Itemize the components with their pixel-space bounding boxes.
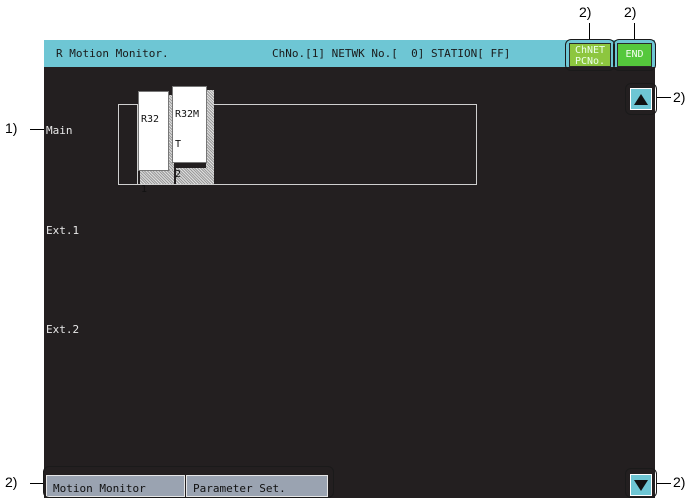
leader-chnet xyxy=(589,23,590,39)
module-2-suffix: T xyxy=(175,139,182,150)
row-label-ext2: Ext.2 xyxy=(46,323,80,336)
callout-2-tabs: 2) xyxy=(5,474,18,490)
leader-end xyxy=(634,23,635,39)
title-bar: R Motion Monitor. ChNo.[1] NETWK No.[ 0]… xyxy=(44,40,655,67)
leader-main xyxy=(30,129,44,130)
module-1-suffix xyxy=(141,145,168,156)
row-label-main: Main xyxy=(46,124,73,137)
callout-frame-scroll-up xyxy=(625,83,657,115)
window-title: R Motion Monitor. xyxy=(56,47,169,60)
module-1-name: R32 xyxy=(141,114,160,125)
module-slot-2[interactable]: R32M T 2 xyxy=(172,86,207,180)
power-slot xyxy=(118,104,138,185)
module-slot-1[interactable]: R32 1 xyxy=(138,91,169,195)
leader-scroll-up xyxy=(657,97,671,98)
module-1-number: 1 xyxy=(141,184,148,195)
callout-frame-scroll-down xyxy=(625,468,657,498)
callout-1-main: 1) xyxy=(5,120,18,136)
leader-tabs xyxy=(30,483,43,484)
callout-frame-chnet xyxy=(565,39,615,71)
callout-2-chnet: 2) xyxy=(579,4,592,20)
row-label-ext1: Ext.1 xyxy=(46,224,80,237)
module-2-side xyxy=(206,90,214,178)
station-info: ChNo.[1] NETWK No.[ 0] STATION[ FF] xyxy=(272,47,511,60)
callout-frame-end xyxy=(613,39,656,71)
callout-2-scroll-down: 2) xyxy=(673,474,686,490)
callout-frame-tabs xyxy=(43,466,334,498)
callout-2-scroll-up: 2) xyxy=(673,89,686,105)
leader-scroll-down xyxy=(657,483,671,484)
module-2-number: 2 xyxy=(175,169,182,180)
callout-2-end: 2) xyxy=(624,4,637,20)
module-2-name: R32M xyxy=(175,109,200,120)
